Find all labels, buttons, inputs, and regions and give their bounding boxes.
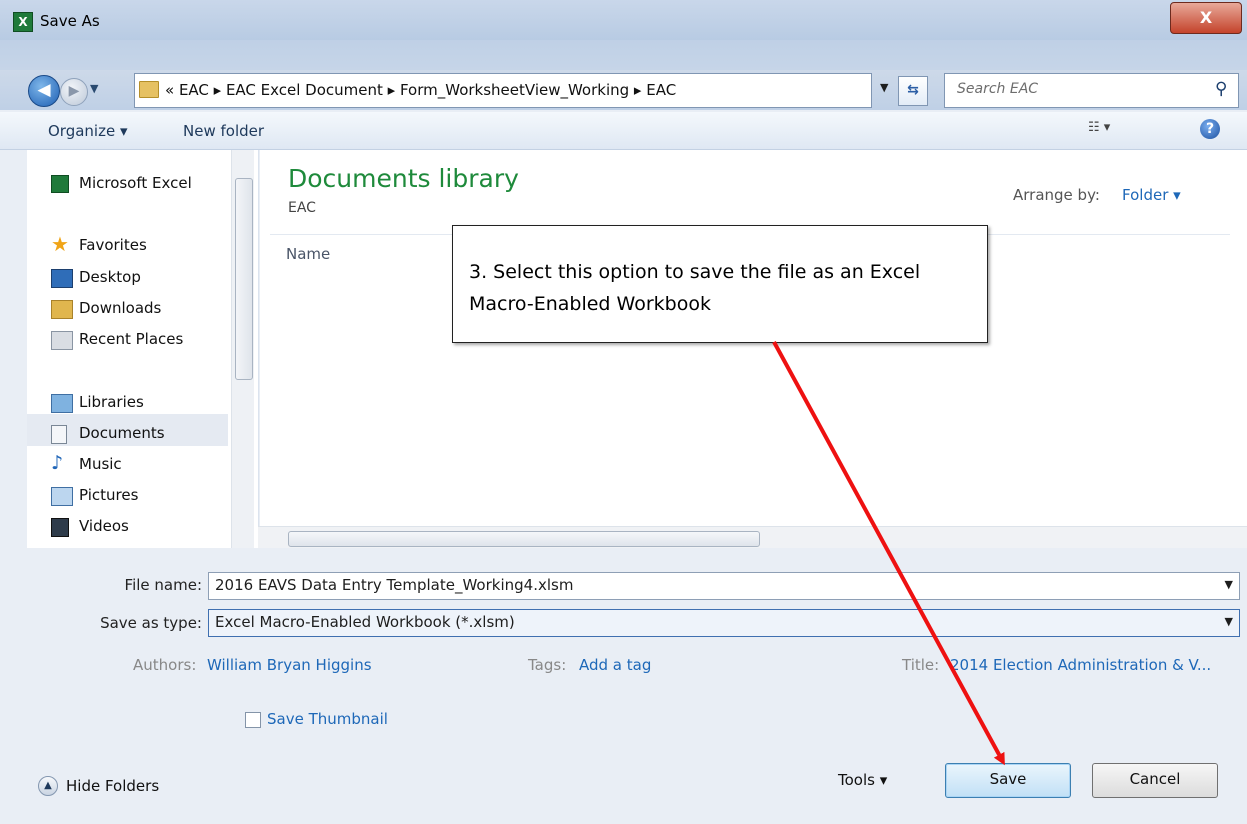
- recent-places-icon: [51, 331, 73, 350]
- library-subtitle: EAC: [288, 200, 316, 216]
- title-value[interactable]: 2014 Election Administration & V...: [950, 656, 1211, 674]
- desktop-icon: [51, 269, 73, 288]
- tags-label: Tags:: [528, 656, 567, 674]
- scrollbar-thumb[interactable]: [288, 531, 760, 547]
- change-view-icon[interactable]: ☷ ▾: [1088, 120, 1110, 135]
- callout-text: 3. Select this option to save the file a…: [469, 261, 921, 315]
- toolbar: Organize ▾ New folder ☷ ▾ ?: [0, 112, 1247, 150]
- documents-icon: [51, 425, 67, 444]
- tools-menu[interactable]: Tools ▾: [838, 771, 887, 789]
- column-header-name[interactable]: Name: [286, 245, 330, 263]
- search-placeholder: Search EAC: [957, 81, 1039, 97]
- hide-folders-icon[interactable]: ▲: [38, 776, 58, 796]
- search-icon[interactable]: ⚲: [1215, 79, 1227, 99]
- pictures-icon: [51, 487, 73, 506]
- breadcrumb[interactable]: « EAC ▸ EAC Excel Document ▸ Form_Worksh…: [165, 81, 676, 99]
- annotation-callout: 3. Select this option to save the file a…: [452, 225, 988, 343]
- close-button[interactable]: X: [1170, 2, 1242, 34]
- file-name-label: File name:: [124, 576, 202, 594]
- videos-icon: [51, 518, 69, 537]
- horizontal-scrollbar[interactable]: [258, 526, 1247, 549]
- recent-locations-dropdown[interactable]: ▼: [90, 82, 98, 95]
- nav-bar-background: [0, 40, 1247, 70]
- help-icon[interactable]: ?: [1200, 119, 1220, 139]
- file-name-value[interactable]: 2016 EAVS Data Entry Template_Working4.x…: [215, 576, 573, 594]
- window-title: Save As: [40, 12, 100, 30]
- downloads-icon: [51, 300, 73, 319]
- organize-menu[interactable]: Organize ▾: [48, 122, 128, 140]
- file-name-field[interactable]: 2016 EAVS Data Entry Template_Working4.x…: [208, 572, 1240, 600]
- save-as-type-label: Save as type:: [100, 614, 202, 632]
- forward-button[interactable]: ▶: [60, 78, 88, 106]
- navigation-pane: Microsoft Excel ★ Favorites Desktop Down…: [27, 150, 259, 548]
- star-icon: ★: [51, 232, 69, 256]
- folder-icon: [139, 81, 159, 98]
- title-label: Title:: [902, 656, 940, 674]
- save-as-type-select[interactable]: Excel Macro-Enabled Workbook (*.xlsm) ▼: [208, 609, 1240, 637]
- hide-folders-button[interactable]: Hide Folders: [66, 777, 159, 795]
- new-folder-button[interactable]: New folder: [183, 122, 264, 140]
- scrollbar-thumb[interactable]: [235, 178, 253, 380]
- music-icon: ♪: [51, 452, 64, 474]
- chevron-down-icon[interactable]: ▼: [1225, 615, 1233, 628]
- chevron-down-icon[interactable]: ▼: [1225, 578, 1233, 591]
- save-thumbnail-label[interactable]: Save Thumbnail: [267, 710, 388, 728]
- refresh-button[interactable]: ⇆: [898, 76, 928, 106]
- libraries-icon: [51, 394, 73, 413]
- save-as-type-value[interactable]: Excel Macro-Enabled Workbook (*.xlsm): [215, 613, 515, 631]
- arrange-by-dropdown[interactable]: Folder ▾: [1122, 186, 1181, 204]
- search-input[interactable]: Search EAC ⚲: [944, 73, 1239, 108]
- library-title: Documents library: [288, 164, 519, 193]
- save-thumbnail-checkbox[interactable]: [245, 712, 261, 728]
- excel-icon: X: [13, 12, 33, 32]
- authors-value[interactable]: William Bryan Higgins: [207, 656, 372, 674]
- authors-label: Authors:: [133, 656, 197, 674]
- address-dropdown[interactable]: ▼: [880, 81, 888, 94]
- save-button[interactable]: Save: [945, 763, 1071, 798]
- nav-pane-scrollbar[interactable]: [231, 150, 254, 548]
- title-bar: X Save As X: [0, 0, 1247, 40]
- back-button[interactable]: ◀: [28, 75, 60, 107]
- address-bar[interactable]: « EAC ▸ EAC Excel Document ▸ Form_Worksh…: [134, 73, 872, 108]
- tags-value[interactable]: Add a tag: [579, 656, 651, 674]
- excel-icon: [51, 175, 69, 193]
- arrange-by-label: Arrange by:: [1013, 186, 1100, 204]
- cancel-button[interactable]: Cancel: [1092, 763, 1218, 798]
